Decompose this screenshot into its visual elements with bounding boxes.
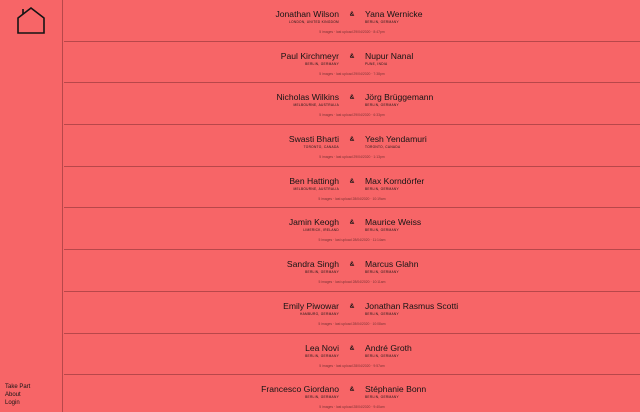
pair-connector: & xyxy=(349,177,355,185)
left-participant-location: BERLIN, GERMANY xyxy=(305,61,339,66)
right-participant[interactable]: Yana Wernicke BERLIN, GERMANY xyxy=(365,9,422,25)
nav-login-link[interactable]: Login xyxy=(5,399,30,407)
left-participant[interactable]: Paul Kirchmeyr BERLIN, GERMANY xyxy=(281,51,339,67)
left-participant-name: Paul Kirchmeyr xyxy=(280,50,339,61)
left-participant-location: TORONTO, CANADA xyxy=(303,145,339,150)
right-participant-location: BERLIN, GERMANY xyxy=(365,353,399,358)
pair-row[interactable]: Swasti Bharti TORONTO, CANADA & Yesh Yen… xyxy=(64,125,640,167)
right-participant-location: TORONTO, CANADA xyxy=(365,145,401,150)
pair-connector: & xyxy=(349,386,355,394)
pair-connector: & xyxy=(349,94,355,102)
sidebar-nav: Take Part About Login xyxy=(5,383,30,407)
left-participant[interactable]: Jamin Keogh LIMERICK, IRELAND xyxy=(289,217,339,233)
pair-connector: & xyxy=(349,11,355,18)
left-participant-name: Ben Hattingh xyxy=(289,175,339,186)
pair-connector: & xyxy=(349,219,355,227)
nav-about-link[interactable]: About xyxy=(5,391,30,399)
pair-row[interactable]: Ben Hattingh MELBOURNE, AUSTRALIA & Max … xyxy=(64,167,640,209)
left-participant-name: Emily Piwowar xyxy=(283,300,339,311)
right-participant[interactable]: André Groth BERLIN, GERMANY xyxy=(365,343,412,359)
right-participant[interactable]: Yesh Yendamuri TORONTO, CANADA xyxy=(365,134,427,150)
left-participant[interactable]: Francesco Giordano BERLIN, GERMANY xyxy=(261,384,339,400)
left-participant[interactable]: Nicholas Wilkins MELBOURNE, AUSTRALIA xyxy=(276,92,339,108)
right-participant-location: BERLIN, GERMANY xyxy=(365,228,399,233)
right-participant-location: BERLIN, GERMANY xyxy=(365,103,399,108)
right-participant-name: Jörg Brüggemann xyxy=(365,92,434,103)
pair-connector: & xyxy=(349,136,355,144)
left-participant[interactable]: Sandra Singh BERLIN, GERMANY xyxy=(287,259,339,275)
pair-upload-info: 5 images · last upload 28/04/2020 · 9:40… xyxy=(319,405,385,410)
right-participant-name: Marcus Glahn xyxy=(365,259,419,270)
pair-row[interactable]: Sandra Singh BERLIN, GERMANY & Marcus Gl… xyxy=(64,250,640,292)
right-participant-location: BERLIN, GERMANY xyxy=(365,311,399,316)
pair-row[interactable]: Emily Piwowar HAMBURG, GERMANY & Jonatha… xyxy=(64,292,640,334)
pair-upload-info: 5 images · last upload 29/04/2020 · 8:47… xyxy=(319,30,385,34)
right-participant-name: Nupur Nanal xyxy=(365,50,414,61)
left-participant-location: BERLIN, GERMANY xyxy=(305,353,339,358)
right-participant-location: BERLIN, GERMANY xyxy=(365,395,399,400)
pair-upload-info: 5 images · last upload 29/04/2020 · 6:33… xyxy=(319,113,385,118)
right-participant[interactable]: Stéphanie Bonn BERLIN, GERMANY xyxy=(365,384,426,400)
pair-upload-info: 5 images · last upload 28/04/2020 · 10:1… xyxy=(318,280,386,285)
left-participant-name: Lea Novi xyxy=(305,342,339,353)
pair-row[interactable]: Francesco Giordano BERLIN, GERMANY & Sté… xyxy=(64,375,640,412)
pair-connector: & xyxy=(349,344,355,352)
left-participant[interactable]: Jonathan Wilson LONDON, UNITED KINGDOM xyxy=(275,9,339,25)
left-participant-location: BERLIN, GERMANY xyxy=(305,270,339,275)
pair-upload-info: 5 images · last upload 28/04/2020 · 10:0… xyxy=(318,321,386,326)
right-participant-name: Jonathan Rasmus Scotti xyxy=(365,300,459,311)
sidebar: Take Part About Login xyxy=(0,0,63,412)
left-participant-name: Swasti Bharti xyxy=(288,134,339,145)
left-participant-location: BERLIN, GERMANY xyxy=(305,395,339,400)
pair-upload-info: 5 images · last upload 28/04/2020 · 9:57… xyxy=(319,363,385,368)
right-participant-name: Max Korndörfer xyxy=(365,175,425,186)
pair-row[interactable]: Jonathan Wilson LONDON, UNITED KINGDOM &… xyxy=(64,0,640,42)
pair-row[interactable]: Nicholas Wilkins MELBOURNE, AUSTRALIA & … xyxy=(64,83,640,126)
left-participant-name: Jonathan Wilson xyxy=(275,9,339,19)
pair-upload-info: 5 images · last upload 28/04/2020 · 10:1… xyxy=(318,196,386,201)
right-participant-name: Maurice Weiss xyxy=(365,217,422,228)
pair-row[interactable]: Lea Novi BERLIN, GERMANY & André Groth B… xyxy=(64,334,640,376)
left-participant[interactable]: Swasti Bharti TORONTO, CANADA xyxy=(289,134,339,150)
right-participant-name: Stéphanie Bonn xyxy=(365,384,427,395)
left-participant-location: MELBOURNE, AUSTRALIA xyxy=(293,103,339,108)
right-participant-name: André Groth xyxy=(365,342,412,353)
pair-connector: & xyxy=(349,52,355,60)
right-participant-location: BERLIN, GERMANY xyxy=(365,270,399,275)
pair-upload-info: 5 images · last upload 29/04/2020 · 1:13… xyxy=(319,155,385,160)
pairs-list: Jonathan Wilson LONDON, UNITED KINGDOM &… xyxy=(64,0,640,412)
pair-connector: & xyxy=(349,302,355,310)
left-participant[interactable]: Lea Novi BERLIN, GERMANY xyxy=(305,343,339,359)
pair-upload-info: 5 images · last upload 28/04/2020 · 11:1… xyxy=(318,238,386,243)
right-participant[interactable]: Marcus Glahn BERLIN, GERMANY xyxy=(365,259,419,275)
left-participant-location: LIMERICK, IRELAND xyxy=(303,228,339,233)
right-participant[interactable]: Jonathan Rasmus Scotti BERLIN, GERMANY xyxy=(365,301,458,317)
pair-connector: & xyxy=(349,261,355,269)
right-participant-location: BERLIN, GERMANY xyxy=(365,186,399,191)
right-participant-name: Yesh Yendamuri xyxy=(365,134,427,145)
left-participant-location: HAMBURG, GERMANY xyxy=(300,311,339,316)
left-participant[interactable]: Emily Piwowar HAMBURG, GERMANY xyxy=(283,301,339,317)
right-participant-location: BERLIN, GERMANY xyxy=(365,20,399,24)
left-participant-location: MELBOURNE, AUSTRALIA xyxy=(293,186,339,191)
left-participant-name: Sandra Singh xyxy=(286,259,339,270)
right-participant[interactable]: Max Korndörfer BERLIN, GERMANY xyxy=(365,176,424,192)
left-participant-name: Nicholas Wilkins xyxy=(276,92,339,103)
right-participant[interactable]: Jörg Brüggemann BERLIN, GERMANY xyxy=(365,92,433,108)
pair-row[interactable]: Paul Kirchmeyr BERLIN, GERMANY & Nupur N… xyxy=(64,42,640,84)
left-participant-name: Jamin Keogh xyxy=(288,217,339,228)
left-participant[interactable]: Ben Hattingh MELBOURNE, AUSTRALIA xyxy=(289,176,339,192)
pair-row[interactable]: Jamin Keogh LIMERICK, IRELAND & Maurice … xyxy=(64,208,640,251)
nav-take-part-link[interactable]: Take Part xyxy=(5,383,30,391)
house-outline-icon[interactable] xyxy=(16,5,47,35)
right-participant-name: Yana Wernicke xyxy=(365,9,423,19)
left-participant-name: Francesco Giordano xyxy=(261,384,339,395)
left-participant-location: LONDON, UNITED KINGDOM xyxy=(289,20,339,24)
right-participant[interactable]: Nupur Nanal PUNE, INDIA xyxy=(365,51,413,67)
pair-upload-info: 5 images · last upload 29/04/2020 · 7:38… xyxy=(319,71,385,76)
right-participant-location: PUNE, INDIA xyxy=(365,61,388,66)
right-participant[interactable]: Maurice Weiss BERLIN, GERMANY xyxy=(365,217,421,233)
